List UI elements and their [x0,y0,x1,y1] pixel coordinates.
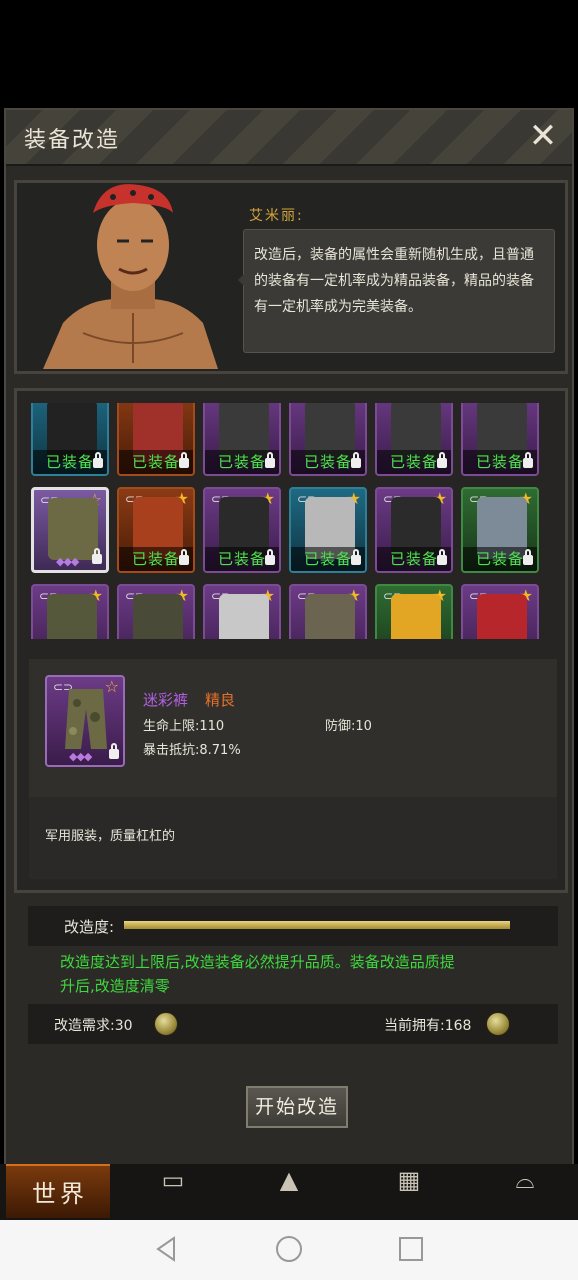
equipment-slot[interactable]: 已装备 [375,403,453,476]
equipment-slot[interactable]: 已装备 [31,403,109,476]
lock-icon [109,743,119,759]
lock-icon [265,549,275,565]
npc-panel: 艾米丽: 改造后，装备的属性会重新随机生成，且普通的装备有一定机率成为精品装备，… [14,180,568,374]
equipment-slot[interactable]: 已装备 [117,403,195,476]
stat-defense: 防御:10 [325,719,372,734]
nav-world-tab[interactable]: 世界 [6,1164,110,1218]
progress-fill [124,921,510,929]
refine-label: 改造度: [64,918,115,936]
camo-pants-icon [48,498,98,560]
equipment-slot[interactable]: ⊂⊃★已装备 [375,487,453,573]
coin-icon [486,1012,510,1036]
gas-mask-helmet-icon [305,594,355,639]
equipment-slot[interactable]: ⊂⊃★已装备 [203,487,281,573]
lock-icon [179,452,189,468]
equipment-slot[interactable]: ⊂⊃★已装备 [31,584,109,639]
equipment-slot[interactable]: ⊂⊃★已装备 [289,487,367,573]
game-bottom-nav: 世界 ▭ ▲ ▦ ⌓ [0,1164,578,1220]
equipment-slot[interactable]: ⊂⊃★已装备 [461,584,539,639]
coin-icon [154,1012,178,1036]
home-icon[interactable] [274,1234,304,1264]
item-name: 迷彩裤 [143,691,189,709]
equipment-slot[interactable]: ⊂⊃★已装备 [461,487,539,573]
nav-world-label: 世界 [32,1180,88,1208]
npc-name: 艾米丽: [249,208,304,224]
lock-icon [92,548,102,564]
equipment-slot[interactable]: 已装备 [203,403,281,476]
refine-tip-line-2: 升后,改造度清零 [60,977,170,995]
refine-progress-bar: 改造度: [28,906,558,946]
lock-icon [437,452,447,468]
refine-tip: 改造度达到上限后,改造装备必然提升品质。装备改造品质提 升后,改造度清零 [60,950,480,998]
equipment-slot[interactable]: ⊂⊃★已装备 [375,584,453,639]
cost-required: 改造需求:30 [54,1018,133,1034]
stat-crit-resist: 暴击抵抗:8.71% [143,743,241,758]
item-quality: 精良 [205,691,236,709]
android-nav-bar [0,1220,578,1280]
camo-pants-icon [65,689,107,749]
screen: 装备改造 ✕ 艾米丽: 改造后，装备的属性会重新随机生成，且普通的装备有一定机率… [0,0,578,1280]
cost-owned: 当前拥有:168 [384,1018,472,1034]
stat-hp: 生命上限:110 [143,719,225,734]
character-icon[interactable]: ▲ [264,1166,314,1194]
progress-track [124,921,510,929]
lock-icon [265,452,275,468]
item-description-bar: 军用服装，质量杠杠的 [29,797,557,879]
dialog-header: 装备改造 ✕ [6,110,572,166]
parka-icon [133,594,183,639]
refine-tip-line-1: 改造度达到上限后,改造装备必然提升品质。装备改造品质提 [60,953,455,971]
equipment-slot[interactable]: 已装备 [289,403,367,476]
lock-icon [351,549,361,565]
camo-jacket-icon [47,594,97,639]
lock-icon [437,549,447,565]
gun-icon [477,594,527,639]
gem-rating-icon: ◆◆◆ [69,750,92,763]
start-refine-button[interactable]: 开始改造 [246,1086,348,1128]
equipment-slot[interactable]: ⊂⊃☆◆◆◆ [31,487,109,573]
lock-icon [179,549,189,565]
item-description: 军用服装，质量杠杠的 [45,829,176,844]
refine-dialog: 装备改造 ✕ 艾米丽: 改造后，装备的属性会重新随机生成，且普通的装备有一定机率… [4,108,574,1168]
lock-icon [351,452,361,468]
police-helmet-icon [219,594,269,639]
close-icon[interactable]: ✕ [524,118,562,156]
building-icon[interactable]: ▦ [384,1166,434,1194]
npc-speech-bubble: 改造后，装备的属性会重新随机生成，且普通的装备有一定机率成为精品装备，精品的装备… [238,229,555,353]
item-detail: ⊂⊃ ☆ ◆◆◆ 迷彩裤 精良 生命上限:110 防御:10 暴击抵抗:8.71… [29,659,557,797]
detail-item-slot: ⊂⊃ ☆ ◆◆◆ [45,675,125,767]
equipment-slot[interactable]: ⊂⊃★已装备 [203,584,281,639]
equipment-slot[interactable]: ⊂⊃★已装备 [117,487,195,573]
lock-icon [523,549,533,565]
hard-hat-icon [391,594,441,639]
equipment-panel: 已装备已装备已装备已装备已装备已装备⊂⊃☆◆◆◆⊂⊃★已装备⊂⊃★已装备⊂⊃★已… [14,388,568,893]
equipment-slot[interactable]: ⊂⊃★已装备 [289,584,367,639]
back-icon[interactable] [152,1234,182,1264]
cart-icon[interactable]: ⌓ [500,1166,550,1194]
equipment-slot[interactable]: ⊂⊃★已装备 [117,584,195,639]
gem-rating-icon: ◆◆◆ [56,555,79,568]
cost-bar: 改造需求:30 当前拥有:168 [28,1004,558,1044]
dialog-title: 装备改造 [24,128,121,153]
recents-icon[interactable] [396,1234,426,1264]
lock-icon [93,452,103,468]
lock-icon [523,452,533,468]
equipment-grid-viewport[interactable]: 已装备已装备已装备已装备已装备已装备⊂⊃☆◆◆◆⊂⊃★已装备⊂⊃★已装备⊂⊃★已… [31,403,549,639]
npc-portrait [43,184,218,369]
backpack-icon[interactable]: ▭ [148,1166,198,1194]
equipment-slot[interactable]: 已装备 [461,403,539,476]
